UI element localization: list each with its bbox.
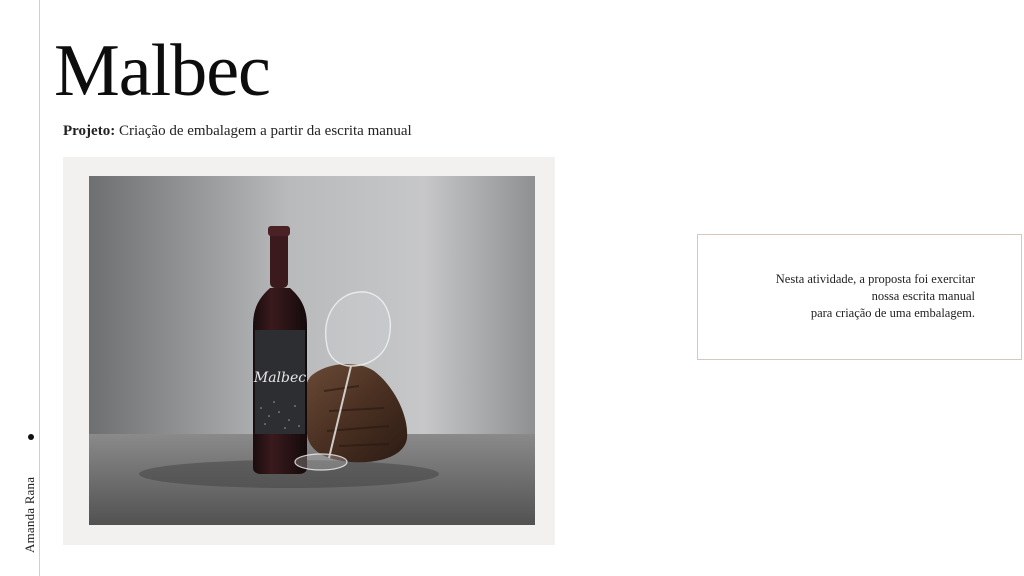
description-line: nossa escrita manual xyxy=(871,289,975,303)
vertical-divider xyxy=(39,0,40,576)
product-photo: Malbec xyxy=(89,176,535,525)
author-name: Amanda Rana xyxy=(22,476,37,553)
project-subtitle: Projeto: Criação de embalagem a partir d… xyxy=(63,123,412,140)
page-title: Malbec xyxy=(54,30,271,112)
description-text: Nesta atividade, a proposta foi exercita… xyxy=(776,271,975,322)
wine-bottle-photo: Malbec xyxy=(89,176,535,525)
description-line: Nesta atividade, a proposta foi exercita… xyxy=(775,272,975,286)
photo-frame: Malbec xyxy=(63,157,555,545)
subtitle-label: Projeto: xyxy=(63,123,116,139)
bottle-label-text: Malbec xyxy=(253,370,306,386)
description-line: para criação de uma embalagem. xyxy=(810,306,975,320)
description-box: Nesta atividade, a proposta foi exercita… xyxy=(697,234,1022,360)
subtitle-text: Criação de embalagem a partir da escrita… xyxy=(115,123,412,139)
page-indicator-dot xyxy=(28,434,34,440)
